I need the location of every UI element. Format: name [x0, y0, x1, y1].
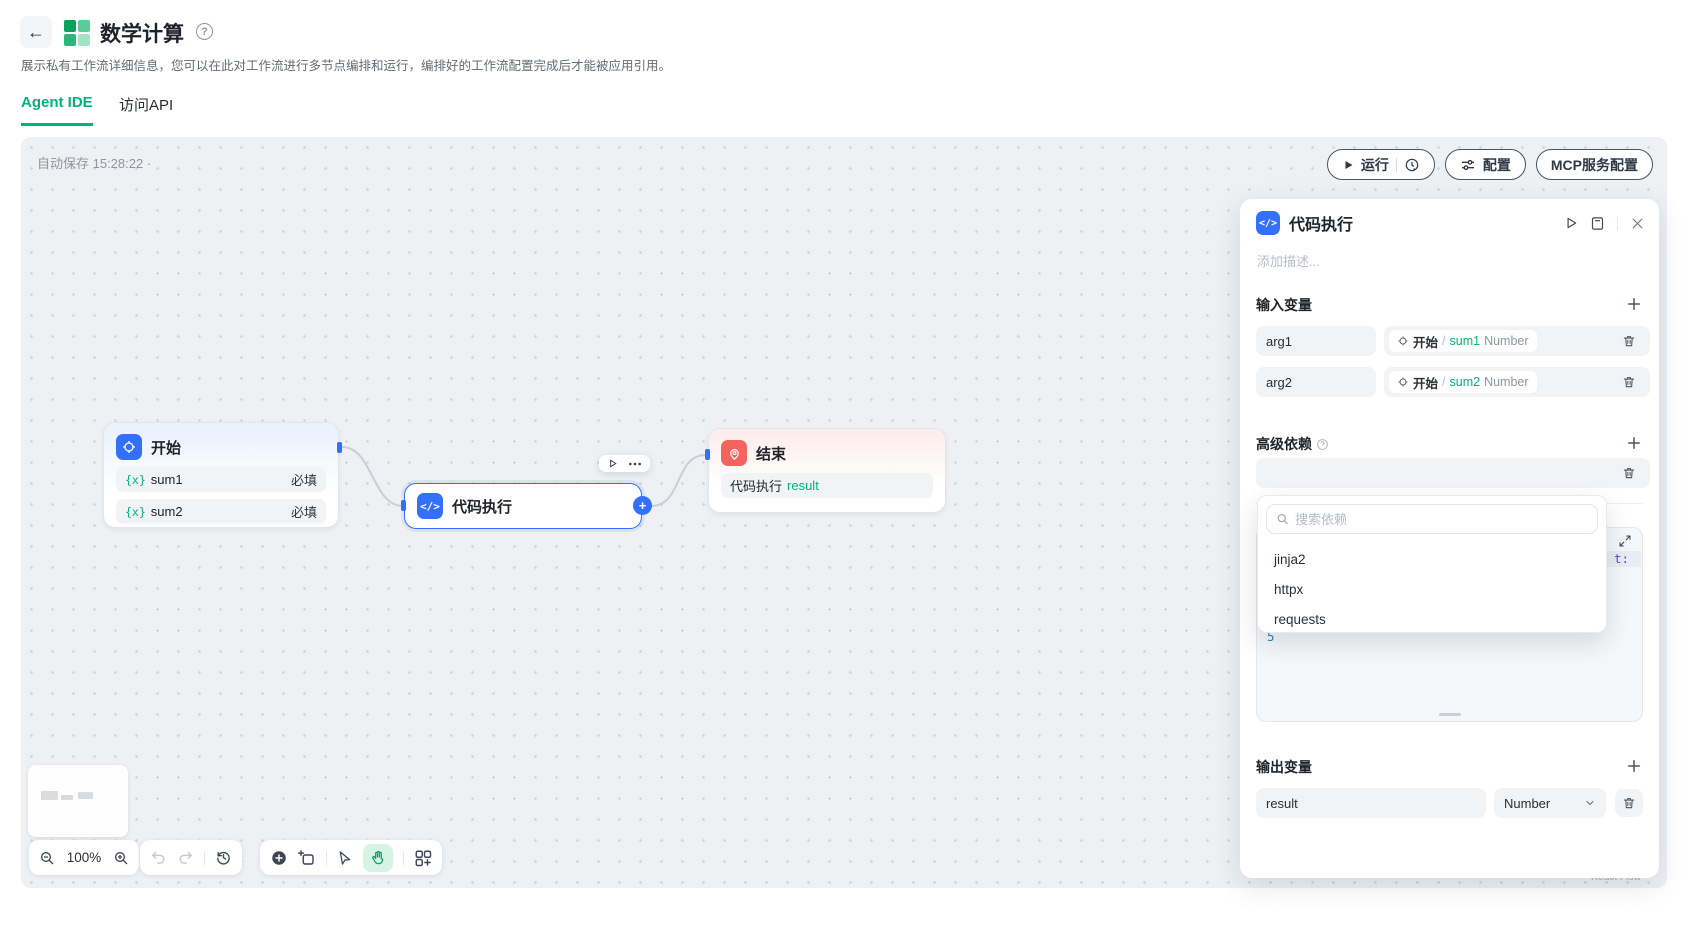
sliders-icon	[1460, 157, 1476, 173]
variable-reference-pill: 开始 / sum2 Number	[1389, 371, 1537, 393]
panel-title: 代码执行	[1289, 211, 1353, 235]
panel-run-icon[interactable]	[1564, 216, 1578, 230]
start-ref-icon	[1397, 376, 1409, 388]
code-source-plus-handle[interactable]: +	[633, 496, 652, 515]
input-var-name-field[interactable]: arg2	[1256, 367, 1376, 397]
start-field-sum2[interactable]: {x} sum2 必填	[116, 499, 326, 524]
node-start[interactable]: 开始 {x} sum1 必填 {x} sum2 必填	[103, 422, 339, 528]
end-node-icon	[721, 440, 747, 466]
input-var-ref-select[interactable]: 开始 / sum1 Number	[1384, 326, 1650, 356]
end-node-title: 结束	[756, 443, 786, 464]
tab-api-access[interactable]: 访问API	[119, 94, 173, 127]
required-badge: 必填	[291, 470, 317, 489]
start-field-sum1[interactable]: {x} sum1 必填	[116, 467, 326, 492]
editor-resize-handle[interactable]	[1439, 713, 1461, 717]
output-vars-label: 输出变量	[1256, 757, 1312, 777]
variable-reference-pill: 开始 / sum1 Number	[1389, 330, 1537, 352]
undo-icon[interactable]	[150, 849, 167, 866]
hand-tool-icon[interactable]	[363, 844, 393, 872]
code-node-icon: </>	[417, 493, 443, 519]
add-output-var-icon[interactable]	[1625, 757, 1643, 775]
dependency-option-jinja2[interactable]: jinja2	[1266, 544, 1598, 574]
zoom-level: 100%	[65, 850, 103, 865]
history-controls	[140, 840, 242, 875]
page-description: 展示私有工作流详细信息，您可以在此对工作流进行多节点编排和运行，编排好的工作流配…	[21, 55, 671, 74]
redo-icon[interactable]	[177, 849, 194, 866]
description-placeholder[interactable]: 添加描述...	[1257, 251, 1320, 270]
schedule-run-icon[interactable]	[1404, 157, 1420, 173]
variable-icon: {x}	[125, 505, 146, 519]
input-vars-label: 输入变量	[1256, 295, 1312, 315]
end-target-handle[interactable]	[705, 449, 710, 460]
required-badge: 必填	[291, 502, 317, 521]
node-config-panel: </> 代码执行 添加描述... 输入变量 arg1	[1240, 199, 1659, 878]
delete-output-var-button[interactable]	[1615, 789, 1643, 817]
start-node-title: 开始	[151, 437, 181, 458]
run-button[interactable]: 运行	[1327, 149, 1435, 180]
start-source-handle[interactable]	[337, 442, 342, 453]
dependency-dropdown: jinja2 httpx requests	[1257, 495, 1607, 633]
page-title: 数学计算	[100, 18, 184, 48]
mcp-config-button[interactable]: MCP服务配置	[1536, 149, 1653, 180]
code-target-handle[interactable]	[401, 500, 406, 511]
panel-code-icon: </>	[1256, 211, 1280, 235]
add-input-var-icon[interactable]	[1625, 295, 1643, 313]
dependency-search[interactable]	[1266, 504, 1598, 534]
delete-dependency-button[interactable]	[1615, 459, 1643, 487]
node-hover-toolbar	[599, 455, 650, 472]
zoom-controls: 100%	[29, 840, 139, 875]
version-history-icon[interactable]	[215, 849, 232, 866]
end-output-row[interactable]: 代码执行 result	[721, 473, 933, 498]
dependency-option-requests[interactable]: requests	[1266, 604, 1598, 634]
code-node-title: 代码执行	[452, 496, 512, 517]
deps-label: 高级依赖	[1256, 434, 1329, 454]
add-node-icon[interactable]	[270, 849, 288, 867]
autosave-status: 自动保存 15:28:22 ·	[37, 153, 151, 172]
run-node-icon[interactable]	[607, 458, 618, 469]
delete-input-var-button[interactable]	[1615, 327, 1643, 355]
config-button[interactable]: 配置	[1445, 149, 1526, 180]
node-end[interactable]: 结束 代码执行 result	[708, 428, 946, 513]
canvas-tools	[260, 840, 442, 875]
node-code[interactable]: </> 代码执行	[404, 483, 642, 529]
workflow-editor-page: ← 数学计算 ? 展示私有工作流详细信息，您可以在此对工作流进行多节点编排和运行…	[0, 0, 1688, 932]
search-icon	[1276, 512, 1289, 526]
play-icon	[1342, 159, 1354, 171]
output-var-type-select[interactable]: Number	[1494, 788, 1606, 818]
canvas-toolbar: 运行 配置 MCP服务配置	[1327, 149, 1653, 180]
deps-help-icon[interactable]	[1316, 438, 1329, 451]
zoom-out-icon[interactable]	[39, 850, 55, 866]
output-var-name-field[interactable]: result	[1256, 788, 1486, 818]
start-node-icon	[116, 434, 142, 460]
delete-input-var-button[interactable]	[1615, 368, 1643, 396]
panel-save-icon[interactable]	[1590, 216, 1605, 231]
dependency-option-httpx[interactable]: httpx	[1266, 574, 1598, 604]
pointer-tool-icon[interactable]	[337, 850, 353, 866]
panel-close-icon[interactable]	[1630, 216, 1645, 231]
auto-layout-icon[interactable]	[414, 849, 432, 867]
tab-agent-ide[interactable]: Agent IDE	[21, 94, 93, 126]
variable-icon: {x}	[125, 473, 146, 487]
app-logo-icon	[64, 20, 90, 46]
expand-code-icon[interactable]	[1618, 534, 1632, 548]
help-icon[interactable]: ?	[196, 23, 213, 40]
input-var-ref-select[interactable]: 开始 / sum2 Number	[1384, 367, 1650, 397]
add-dependency-icon[interactable]	[1625, 434, 1643, 452]
more-options-icon[interactable]	[628, 462, 642, 466]
zoom-in-icon[interactable]	[113, 850, 129, 866]
minimap[interactable]	[28, 765, 128, 837]
dependency-select[interactable]	[1256, 458, 1650, 488]
back-button[interactable]: ←	[20, 16, 52, 48]
add-note-icon[interactable]	[298, 849, 316, 867]
end-output-variable: result	[787, 478, 819, 493]
start-ref-icon	[1397, 335, 1409, 347]
chevron-down-icon	[1584, 797, 1596, 809]
dependency-search-input[interactable]	[1295, 512, 1588, 527]
input-var-name-field[interactable]: arg1	[1256, 326, 1376, 356]
